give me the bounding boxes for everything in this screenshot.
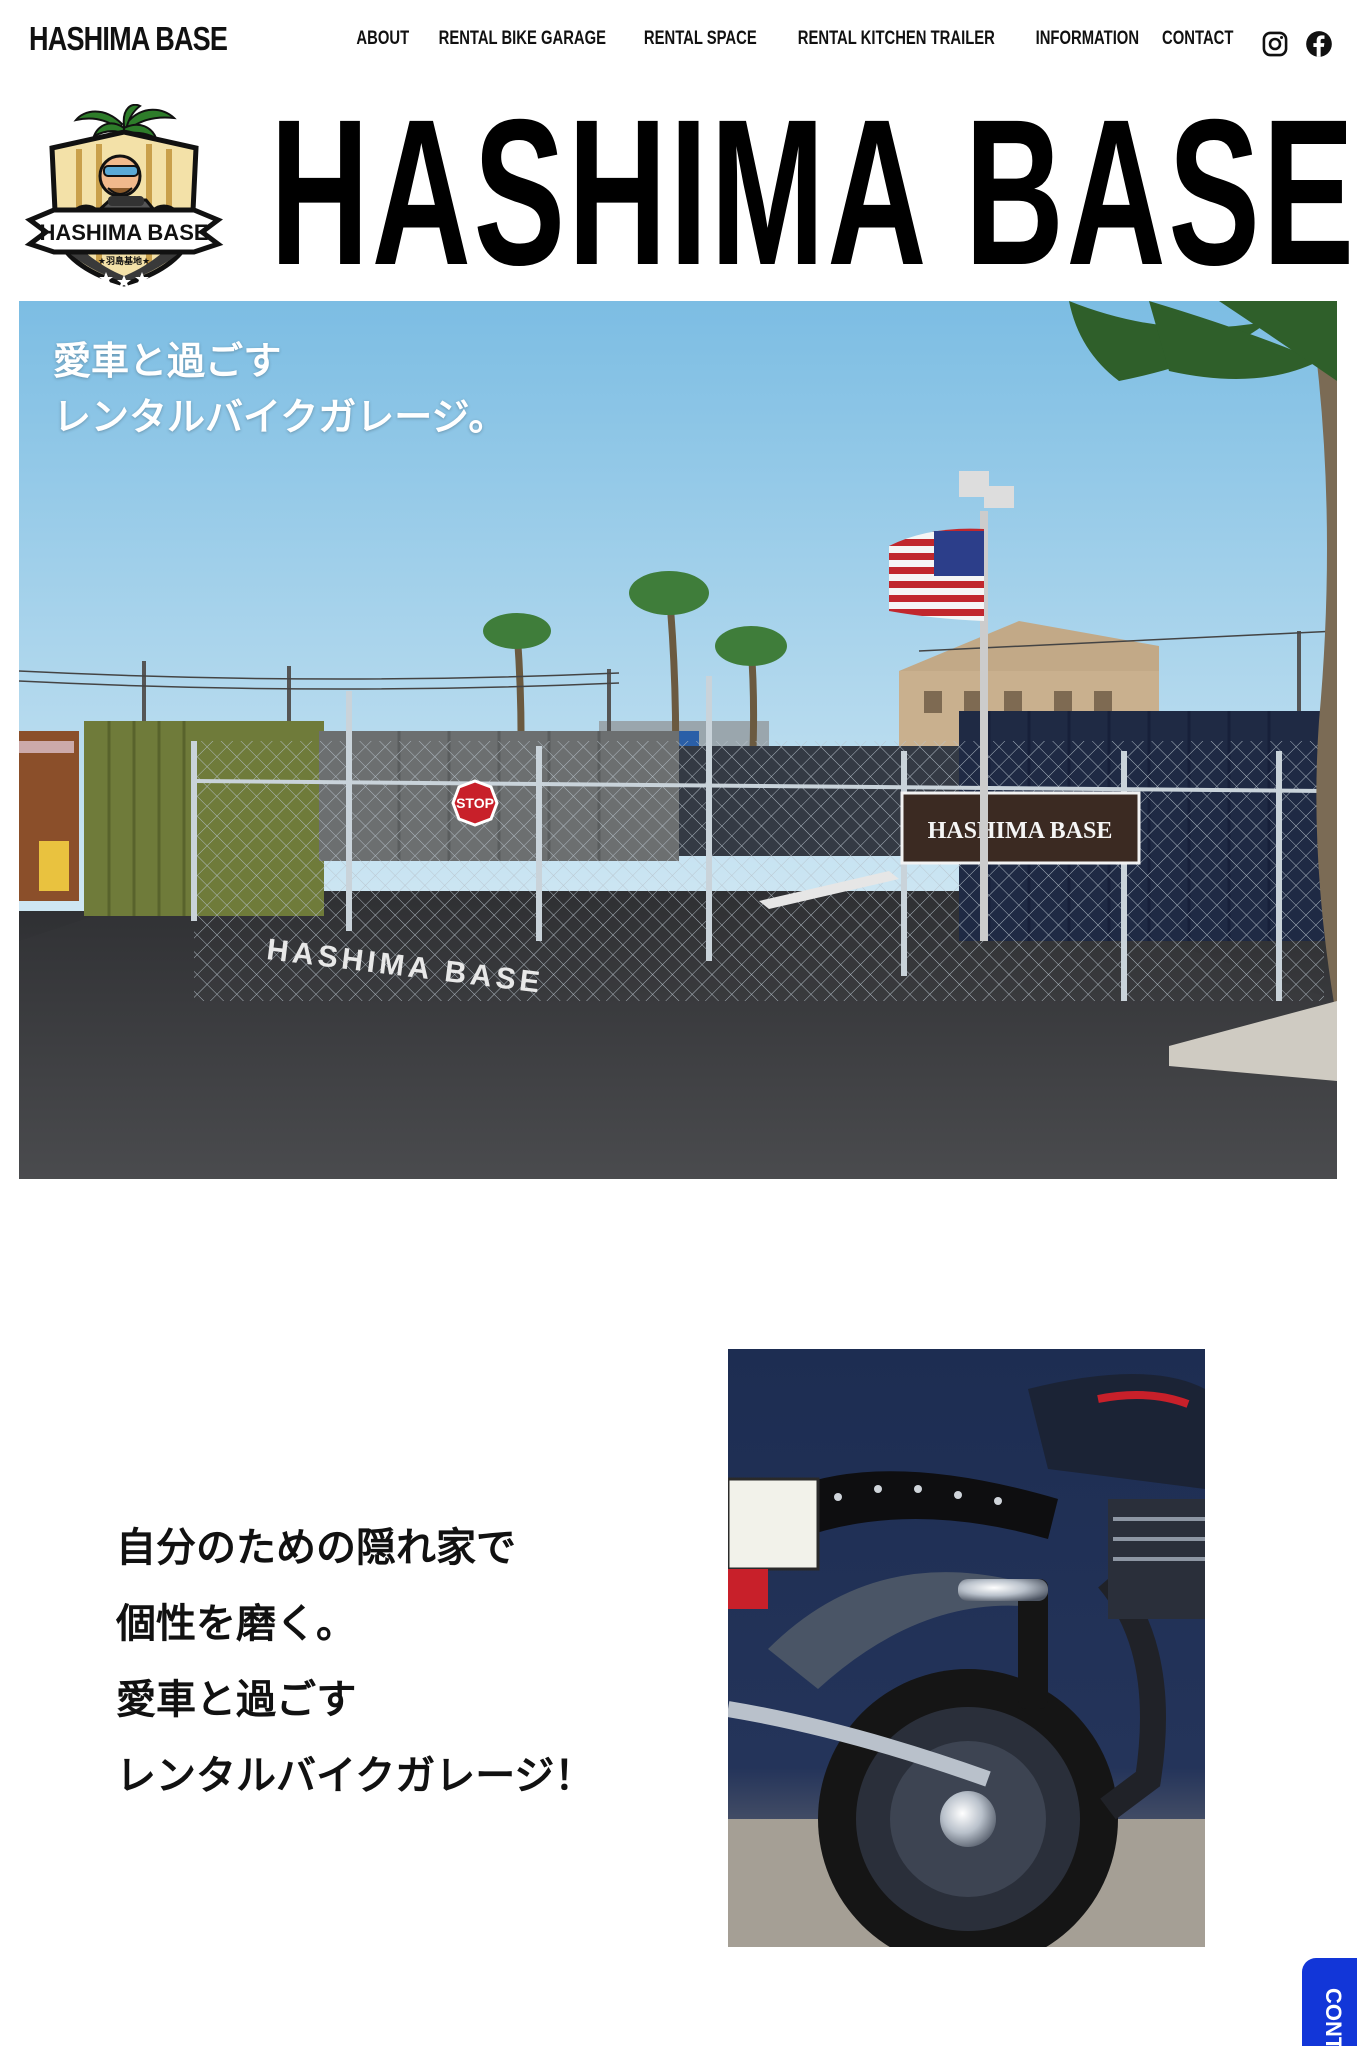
hero-catch-line-1: 愛車と過ごす [53, 339, 282, 383]
nav-item-rental-bike-garage[interactable]: RENTAL BIKE GARAGE [439, 28, 606, 50]
intro-line: 自分のための隠れ家で [116, 1525, 516, 1571]
hero-catchcopy: 愛車と過ごす レンタルバイクガレージ。 [53, 333, 506, 445]
hero-photo: STOP HASHIMA BASE HASHIMA BASE 愛車と過ごす レン… [19, 301, 1337, 1179]
nav-item-information[interactable]: INFORMATION [1035, 28, 1138, 50]
intro-line: レンタルバイクガレージ！ [116, 1753, 595, 1799]
site-brand-link[interactable]: HASHIMA BASE [29, 20, 228, 58]
garage-sign-text: HASHIMA BASE [928, 818, 1113, 844]
floating-contact-button[interactable]: CONTACT [1302, 1958, 1357, 2046]
hashima-base-badge-logo[interactable]: HASHIMA BASE ★羽島基地★ [24, 103, 224, 290]
badge-subtext: ★羽島基地★ [98, 255, 150, 267]
hero-catch-line-2: レンタルバイクガレージ。 [53, 395, 507, 439]
nav-item-about[interactable]: ABOUT [357, 28, 410, 50]
badge-title-text: HASHIMA BASE [39, 220, 208, 245]
instagram-icon[interactable] [1261, 30, 1289, 58]
intro-line: 個性を磨く。 [116, 1601, 356, 1647]
nav-item-rental-space[interactable]: RENTAL SPACE [644, 28, 757, 50]
intro-copy: 自分のための隠れ家で 個性を磨く。 愛車と過ごす レンタルバイクガレージ！ [116, 1510, 594, 1814]
nav-item-rental-kitchen-trailer[interactable]: RENTAL KITCHEN TRAILER [798, 28, 995, 50]
facebook-icon[interactable] [1305, 30, 1333, 58]
nav-item-contact[interactable]: CONTACT [1162, 28, 1233, 50]
floating-contact-label: CONTACT [1321, 1988, 1346, 2046]
social-links [1261, 30, 1333, 58]
main-nav: ABOUT RENTAL BIKE GARAGE RENTAL SPACE RE… [353, 28, 1239, 50]
motorcycle-photo [728, 1349, 1205, 1947]
page-title: HASHIMA BASE [270, 77, 1357, 309]
stop-sign-text: STOP [456, 795, 494, 811]
intro-line: 愛車と過ごす [116, 1677, 357, 1723]
